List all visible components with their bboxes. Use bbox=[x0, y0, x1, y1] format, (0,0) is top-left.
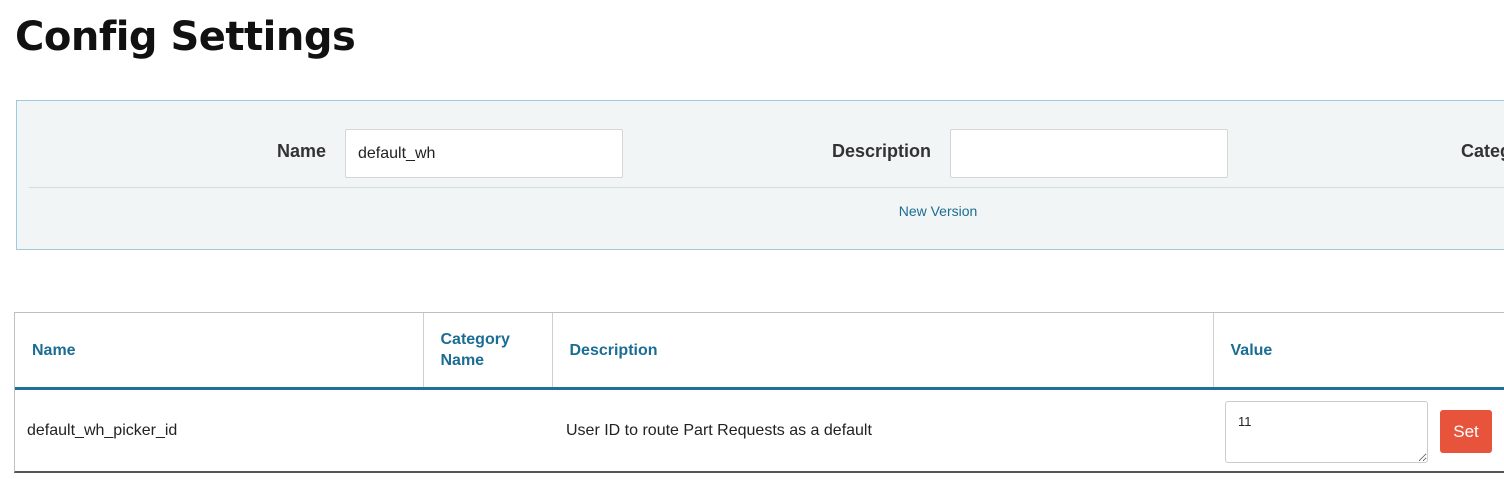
name-filter-input[interactable] bbox=[345, 129, 623, 178]
panel-divider bbox=[29, 187, 1504, 188]
setting-category-cell bbox=[423, 389, 552, 472]
category-header-line2: Name bbox=[440, 352, 485, 369]
name-column-header[interactable]: Name bbox=[15, 313, 424, 390]
config-table: Name Category Name Description Value defa… bbox=[14, 312, 1504, 473]
value-textarea[interactable]: 11 bbox=[1225, 401, 1428, 463]
value-header-label: Value bbox=[1230, 341, 1273, 359]
name-filter-label: Name bbox=[276, 141, 326, 161]
set-button[interactable]: Set bbox=[1440, 410, 1492, 453]
name-header-label: Name bbox=[32, 341, 76, 359]
description-filter-input[interactable] bbox=[950, 129, 1228, 178]
category-header-line1: Category bbox=[440, 331, 510, 348]
table-row: default_wh_picker_id User ID to route Pa… bbox=[15, 389, 1504, 472]
category-filter-label: Categ bbox=[1461, 141, 1504, 161]
filter-panel: Name Description Categ New Version bbox=[16, 100, 1504, 250]
table-header-row: Name Category Name Description Value bbox=[15, 313, 1504, 390]
setting-name-cell: default_wh_picker_id bbox=[27, 422, 178, 439]
value-column-header[interactable]: Value bbox=[1213, 313, 1504, 390]
description-header-label: Description bbox=[569, 341, 658, 359]
new-version-link[interactable]: New Version bbox=[17, 203, 1504, 219]
category-name-column-header[interactable]: Category Name bbox=[423, 313, 553, 390]
description-column-header[interactable]: Description bbox=[552, 313, 1214, 390]
setting-description-cell: User ID to route Part Requests as a defa… bbox=[566, 422, 872, 439]
description-filter-label: Description bbox=[831, 141, 931, 161]
page-title: Config Settings bbox=[15, 14, 356, 60]
setting-value-cell: 11 Set bbox=[1213, 389, 1504, 472]
